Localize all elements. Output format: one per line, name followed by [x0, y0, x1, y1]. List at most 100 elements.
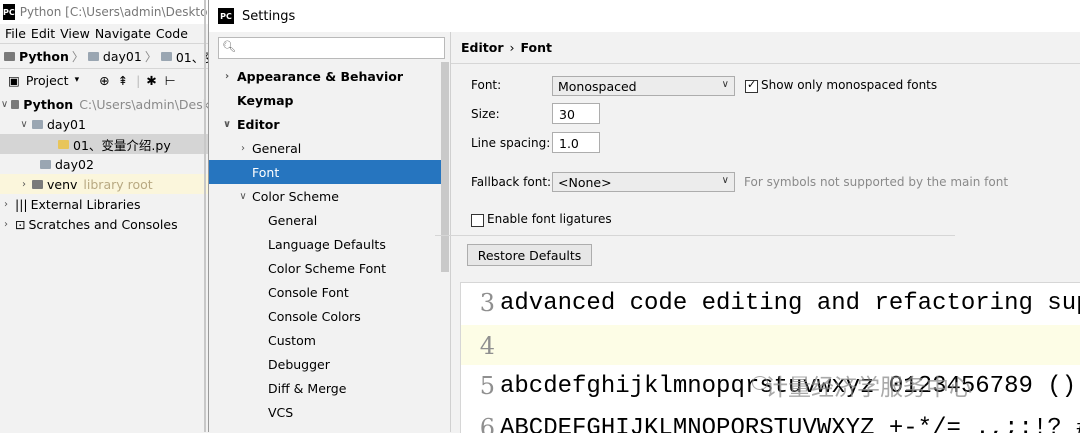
chevron-down-icon[interactable]: ∨ — [0, 99, 9, 110]
restore-defaults-button[interactable]: Restore Defaults — [467, 244, 592, 266]
nav-diff-merge[interactable]: Diff & Merge — [209, 376, 449, 400]
chevron-right-icon[interactable]: › — [221, 71, 233, 82]
ide-menu-bar: File Edit View Navigate Code — [0, 24, 210, 43]
fallback-font-label: Fallback font: — [471, 175, 552, 189]
chevron-down-icon[interactable]: ∨ — [18, 119, 30, 130]
gear-icon[interactable]: ✱ — [146, 73, 156, 88]
font-preview-editor[interactable]: 3 advanced code editing and refactoring … — [460, 282, 1080, 433]
folder-icon — [32, 119, 43, 129]
breadcrumb-arrow: › — [509, 40, 515, 55]
project-icon: ▣ — [8, 72, 20, 88]
chevron-right-icon[interactable]: › — [18, 179, 30, 190]
breadcrumb-font: Font — [520, 40, 553, 55]
chevron-down-icon: ∨ — [721, 79, 729, 90]
line-number: 3 — [479, 289, 495, 317]
preview-line-current: 4 — [461, 325, 1080, 365]
hide-icon[interactable]: ⊢ — [165, 73, 176, 88]
fallback-font-hint: For symbols not supported by the main fo… — [744, 175, 1009, 189]
watermark: 计量经济学服务中心 — [765, 375, 972, 401]
fallback-font-select[interactable]: <None> ∨ — [552, 172, 735, 192]
nav-editor-font[interactable]: Font — [209, 160, 449, 184]
check-icon: ✓ — [747, 78, 757, 91]
nav-color-scheme-font[interactable]: Color Scheme Font — [209, 256, 449, 280]
python-file-icon — [160, 51, 172, 61]
project-path: C:\Users\admin\Desk — [79, 96, 210, 112]
divider — [451, 63, 1080, 64]
nav-editor-general[interactable]: › General — [209, 136, 449, 160]
nav-console-font[interactable]: Console Font — [209, 280, 449, 304]
size-input[interactable] — [557, 105, 601, 123]
project-view-selector[interactable]: Project — [26, 73, 69, 88]
pycharm-logo-icon: PC — [3, 4, 15, 20]
chevron-right-icon[interactable]: › — [0, 219, 12, 230]
size-label: Size: — [471, 107, 500, 121]
tree-item-external-libraries[interactable]: › ||| External Libraries — [0, 194, 210, 214]
chevron-right-icon[interactable]: › — [0, 199, 12, 210]
ide-title-bar: PC Python [C:\Users\admin\Desktop\ — [0, 0, 210, 24]
ide-window: PC Python [C:\Users\admin\Desktop\ File … — [0, 0, 210, 432]
breadcrumb-editor[interactable]: Editor — [461, 40, 504, 55]
monospaced-only-label: Show only monospaced fonts — [761, 78, 938, 92]
folder-icon — [32, 179, 43, 189]
nav-language-defaults[interactable]: Language Defaults — [209, 232, 449, 256]
menu-view[interactable]: View — [60, 26, 90, 41]
tree-item-scratches[interactable]: › ⊡ Scratches and Consoles — [0, 214, 210, 234]
tree-item-day02[interactable]: day02 — [0, 154, 210, 174]
nav-vcs[interactable]: VCS — [209, 400, 449, 424]
tree-item-day01[interactable]: ∨ day01 — [0, 114, 210, 134]
preview-line: 3 advanced code editing and refactoring … — [461, 285, 1080, 325]
folder-icon — [11, 99, 20, 109]
chevron-down-icon[interactable]: ▾ — [75, 75, 80, 85]
chevron-down-icon[interactable]: ∨ — [237, 191, 249, 202]
breadcrumb-file[interactable]: 01、变量 — [160, 47, 210, 66]
font-label: Font: — [471, 78, 502, 92]
search-input[interactable] — [239, 39, 443, 57]
folder-icon — [87, 51, 99, 61]
line-number: 6 — [479, 414, 495, 433]
pycharm-logo-icon: PC — [218, 8, 234, 24]
settings-search[interactable]: 🔍︎ — [218, 37, 445, 59]
menu-edit[interactable]: Edit — [31, 26, 55, 41]
collapse-icon[interactable]: ⇞ — [118, 73, 128, 88]
line-number: 5 — [479, 372, 495, 400]
line-spacing-input[interactable] — [557, 134, 601, 152]
nav-custom[interactable]: Custom — [209, 328, 449, 352]
nav-console-colors[interactable]: Console Colors — [209, 304, 449, 328]
nav-color-scheme[interactable]: ∨ Color Scheme — [209, 184, 449, 208]
search-icon: 🔍︎ — [222, 40, 236, 53]
nav-debugger[interactable]: Debugger — [209, 352, 449, 376]
settings-title-bar: PC Settings — [209, 0, 1080, 32]
settings-nav-tree: › Appearance & Behavior Keymap ∨ Editor … — [209, 62, 449, 432]
locate-icon[interactable]: ⊕ — [99, 73, 109, 88]
monospaced-only-checkbox[interactable]: ✓ — [745, 78, 758, 93]
tree-item-venv[interactable]: › venv library root — [0, 174, 210, 194]
preview-text: ABCDEFGHIJKLMNOPQRSTUVWXYZ +-*/= .,;:!? … — [500, 415, 1080, 433]
nav-scrollbar[interactable] — [441, 62, 449, 272]
nav-color-scheme-general[interactable]: General — [209, 208, 449, 232]
size-field[interactable] — [552, 103, 601, 124]
nav-appearance-behavior[interactable]: › Appearance & Behavior — [209, 64, 449, 88]
scratches-icon: ⊡ — [15, 216, 26, 232]
menu-file[interactable]: File — [5, 26, 26, 41]
chevron-right-icon[interactable]: › — [237, 143, 249, 154]
chevron-down-icon: ∨ — [721, 175, 729, 186]
line-spacing-field[interactable] — [552, 132, 601, 153]
preview-text: advanced code editing and refactoring su… — [500, 290, 1080, 317]
breadcrumb-day01[interactable]: day01 — [87, 49, 142, 64]
menu-navigate[interactable]: Navigate — [95, 26, 151, 41]
nav-editor[interactable]: ∨ Editor — [209, 112, 449, 136]
tree-item-file[interactable]: 01、变量介绍.py — [0, 134, 210, 154]
font-ligatures-label: Enable font ligatures — [487, 212, 612, 226]
chevron-down-icon[interactable]: ∨ — [221, 119, 233, 130]
settings-title: Settings — [242, 8, 296, 24]
menu-code[interactable]: Code — [156, 26, 188, 41]
font-select[interactable]: Monospaced ∨ — [552, 76, 735, 96]
ide-window-title: Python [C:\Users\admin\Desktop\ — [19, 5, 210, 19]
tree-item-python[interactable]: ∨ Python C:\Users\admin\Desk — [0, 94, 210, 114]
nav-keymap[interactable]: Keymap — [209, 88, 449, 112]
breadcrumb-python[interactable]: Python — [4, 49, 69, 64]
preview-line: 6 ABCDEFGHIJKLMNOPQRSTUVWXYZ +-*/= .,;:!… — [461, 412, 1080, 433]
toolbar-divider: | — [136, 72, 141, 88]
font-ligatures-checkbox[interactable] — [471, 214, 484, 227]
settings-breadcrumb: Editor › Font — [461, 40, 552, 55]
